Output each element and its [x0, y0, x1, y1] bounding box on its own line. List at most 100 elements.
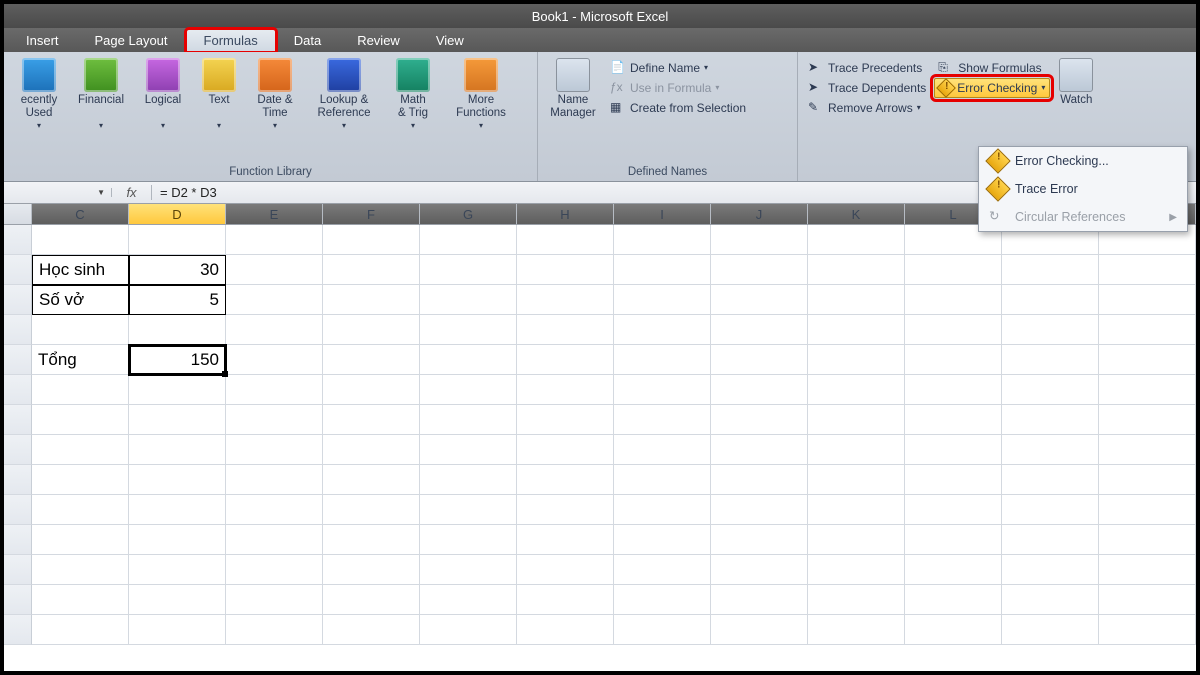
cell[interactable]: [711, 375, 808, 405]
cell[interactable]: [1002, 555, 1099, 585]
cell[interactable]: [226, 435, 323, 465]
cell[interactable]: [226, 285, 323, 315]
cell[interactable]: [226, 255, 323, 285]
cell[interactable]: [905, 615, 1002, 645]
cell[interactable]: [517, 555, 614, 585]
cell[interactable]: [517, 495, 614, 525]
more-functions-button[interactable]: More Functions ▾: [446, 56, 516, 133]
row-header[interactable]: [4, 555, 32, 585]
cell[interactable]: [614, 345, 711, 375]
col-C[interactable]: C: [32, 204, 129, 224]
row-header[interactable]: [4, 285, 32, 315]
cell[interactable]: [905, 255, 1002, 285]
cell[interactable]: [808, 555, 905, 585]
cell[interactable]: [129, 435, 226, 465]
cell[interactable]: [1099, 465, 1196, 495]
cell[interactable]: [129, 525, 226, 555]
cell[interactable]: [420, 285, 517, 315]
cell[interactable]: [420, 225, 517, 255]
cell[interactable]: [614, 435, 711, 465]
col-K[interactable]: K: [808, 204, 905, 224]
cell[interactable]: [323, 585, 420, 615]
cell[interactable]: [808, 525, 905, 555]
tab-insert[interactable]: Insert: [8, 29, 77, 52]
cell[interactable]: [226, 555, 323, 585]
math-trig-button[interactable]: Math & Trig ▾: [384, 56, 442, 133]
cell[interactable]: [517, 345, 614, 375]
fx-label[interactable]: fx: [112, 185, 152, 200]
cell[interactable]: [129, 315, 226, 345]
row-header[interactable]: [4, 435, 32, 465]
cell[interactable]: [420, 405, 517, 435]
cell[interactable]: [614, 525, 711, 555]
cell[interactable]: [32, 555, 129, 585]
cell[interactable]: [1002, 285, 1099, 315]
cell[interactable]: [226, 315, 323, 345]
cell[interactable]: [129, 465, 226, 495]
menu-trace-error[interactable]: Trace Error: [979, 175, 1187, 203]
cell[interactable]: [808, 465, 905, 495]
define-name-button[interactable]: 📄Define Name ▾: [606, 58, 750, 78]
cell[interactable]: [905, 465, 1002, 495]
col-H[interactable]: H: [517, 204, 614, 224]
cell[interactable]: [32, 525, 129, 555]
cell[interactable]: [1099, 405, 1196, 435]
cell[interactable]: [226, 375, 323, 405]
cell[interactable]: [323, 555, 420, 585]
cell[interactable]: [808, 375, 905, 405]
cell[interactable]: [129, 495, 226, 525]
cell[interactable]: [711, 405, 808, 435]
cell[interactable]: [905, 405, 1002, 435]
menu-circular-references[interactable]: ↻Circular References▶: [979, 203, 1187, 231]
cell[interactable]: [32, 615, 129, 645]
cell[interactable]: [614, 255, 711, 285]
cell[interactable]: [129, 615, 226, 645]
cell[interactable]: [1099, 435, 1196, 465]
cell[interactable]: [323, 225, 420, 255]
cell[interactable]: [1099, 315, 1196, 345]
cell[interactable]: [517, 585, 614, 615]
cell[interactable]: [1002, 495, 1099, 525]
row-header[interactable]: [4, 375, 32, 405]
cell[interactable]: [323, 375, 420, 405]
cell[interactable]: [1002, 345, 1099, 375]
cell[interactable]: [1099, 615, 1196, 645]
cell[interactable]: [1002, 585, 1099, 615]
cell[interactable]: [323, 285, 420, 315]
show-formulas-button[interactable]: ⎘Show Formulas: [934, 58, 1050, 78]
tab-formulas[interactable]: Formulas: [186, 29, 276, 52]
cell[interactable]: [1099, 375, 1196, 405]
cell[interactable]: [711, 345, 808, 375]
cell[interactable]: [1002, 525, 1099, 555]
cell[interactable]: [808, 585, 905, 615]
row-header[interactable]: [4, 585, 32, 615]
logical-button[interactable]: Logical▾: [134, 56, 192, 133]
cell[interactable]: [1099, 345, 1196, 375]
cell[interactable]: [32, 375, 129, 405]
cell[interactable]: [517, 435, 614, 465]
cell[interactable]: [420, 495, 517, 525]
cell[interactable]: [129, 405, 226, 435]
cell[interactable]: [226, 495, 323, 525]
cell[interactable]: [614, 375, 711, 405]
cell[interactable]: [711, 285, 808, 315]
cell[interactable]: [1099, 285, 1196, 315]
cell[interactable]: [420, 255, 517, 285]
watch-window-button[interactable]: Watch: [1054, 56, 1098, 107]
col-F[interactable]: F: [323, 204, 420, 224]
name-manager-button[interactable]: Name Manager: [544, 56, 602, 120]
cell-C2[interactable]: Học sinh: [32, 255, 129, 285]
cell[interactable]: [614, 285, 711, 315]
cell[interactable]: [905, 375, 1002, 405]
cell[interactable]: [32, 465, 129, 495]
name-box[interactable]: ▼: [4, 188, 112, 197]
cell-D3[interactable]: 5: [129, 285, 226, 315]
lookup-reference-button[interactable]: Lookup & Reference ▾: [308, 56, 380, 133]
trace-precedents-button[interactable]: ➤Trace Precedents: [804, 58, 930, 78]
cell[interactable]: [32, 315, 129, 345]
cell[interactable]: [614, 405, 711, 435]
cell[interactable]: [711, 225, 808, 255]
col-J[interactable]: J: [711, 204, 808, 224]
cell[interactable]: [808, 405, 905, 435]
cell[interactable]: [517, 255, 614, 285]
